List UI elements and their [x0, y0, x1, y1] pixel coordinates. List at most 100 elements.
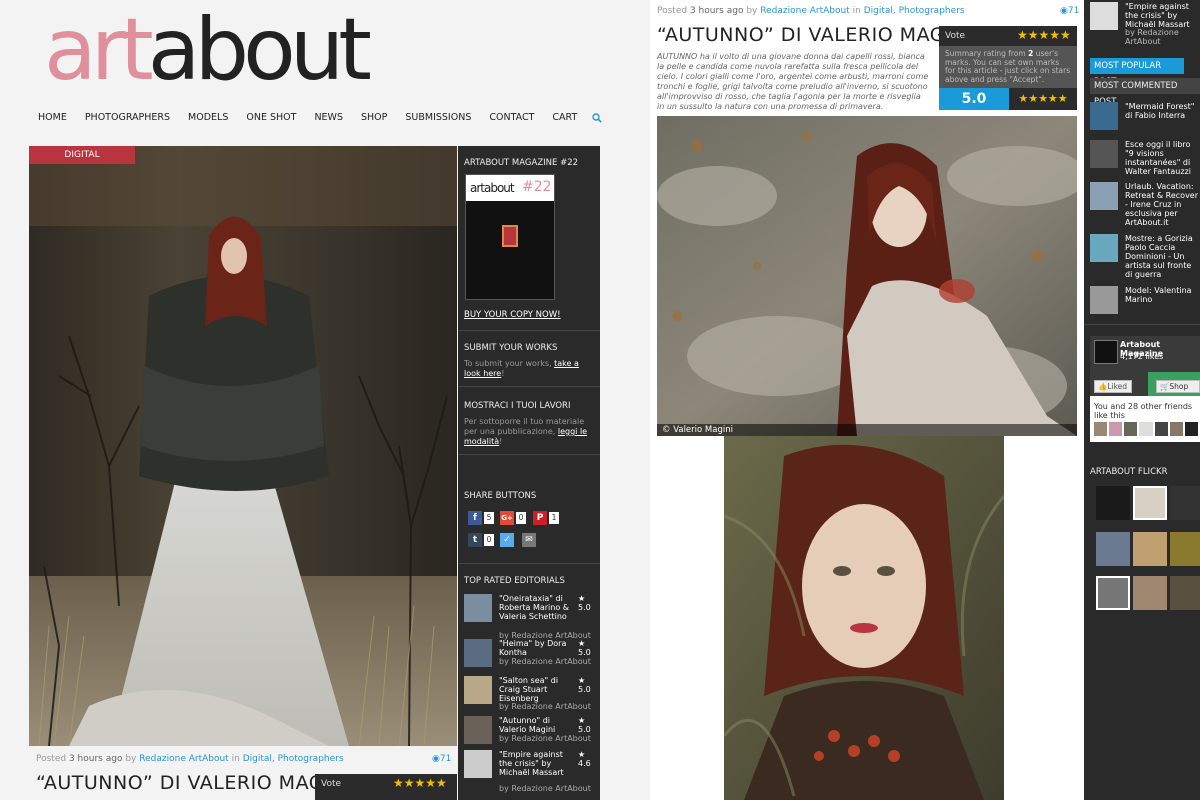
view-count: ◉71 [432, 754, 452, 764]
flickr-photo[interactable] [1133, 486, 1167, 520]
buy-copy-link[interactable]: BUY YOUR COPY NOW! [464, 310, 561, 320]
tab-most-commented[interactable]: MOST COMMENTED POST [1090, 78, 1200, 107]
submit-widget: SUBMIT YOUR WORKS To submit your works, … [458, 331, 600, 387]
list-item[interactable]: Mostre: a Gorizia Paolo Caccia Dominioni… [1090, 234, 1200, 279]
pinterest-share-icon[interactable]: P [533, 511, 547, 525]
flickr-photo[interactable] [1170, 576, 1200, 610]
list-item[interactable]: Urlaub. Vacation: Retreat & Recover - Ir… [1090, 182, 1200, 230]
search-icon[interactable] [592, 113, 602, 123]
widget-title: TOP RATED EDITORIALS [464, 576, 565, 586]
flickr-photo[interactable] [1096, 532, 1130, 566]
author-link[interactable]: Redazione ArtAbout [760, 6, 849, 16]
thumbnail [1090, 140, 1118, 168]
flickr-photo[interactable] [1133, 532, 1167, 566]
category-links[interactable]: Digital, Photographers [864, 6, 965, 16]
shop-button[interactable]: 🛒Shop [1156, 380, 1200, 393]
facebook-widget: Artabout Magazine 4,172 likes 👍Liked 🛒Sh… [1090, 336, 1200, 442]
widget-title: SUBMIT YOUR WORKS [464, 343, 558, 353]
avatar[interactable] [1154, 422, 1168, 436]
page-avatar [1094, 340, 1118, 364]
post-title: “AUTUNNO” DI VALERIO MAGINI [657, 24, 972, 46]
photo-credit: © Valerio Magini [657, 424, 1077, 436]
vote-bar: Vote ★★★★★ [315, 774, 457, 800]
view-count: ◉71 [1060, 6, 1080, 16]
right-sidebar: "Empire against the crisis" by Michaël M… [1084, 0, 1200, 800]
editorial-photo-2[interactable] [724, 436, 1004, 800]
liked-button[interactable]: 👍Liked [1094, 380, 1132, 393]
facebook-share-icon[interactable]: f [468, 511, 482, 525]
thumbnail [1090, 2, 1118, 30]
avatar[interactable] [1094, 422, 1108, 436]
avatar[interactable] [1139, 422, 1153, 436]
nav-models[interactable]: MODELS [188, 112, 228, 130]
flickr-photo[interactable] [1096, 486, 1130, 520]
flickr-photo[interactable] [1133, 576, 1167, 610]
editorial-photo-1[interactable] [657, 116, 1077, 436]
flickr-photo[interactable] [1170, 532, 1200, 566]
widget-title: MOSTRACI I TUOI LAVORI [464, 401, 571, 411]
thumbs-up-icon: 👍 [1098, 382, 1108, 391]
nav-submissions[interactable]: SUBMISSIONS [405, 112, 471, 130]
avatar[interactable] [1184, 422, 1198, 436]
list-item[interactable]: "Oneirataxia" di Roberta Marino & Valeri… [464, 594, 596, 640]
post-title[interactable]: “AUTUNNO” DI VALERIO MAGINI [36, 772, 351, 794]
rating-stars[interactable]: ★★★★★ [393, 776, 447, 790]
site-logo[interactable]: artabout [44, 0, 372, 100]
category-badge[interactable]: DIGITAL [29, 146, 135, 164]
list-item[interactable]: "Salton sea" di Craig Stuart Eisenberg b… [464, 676, 596, 714]
widget-title: SHARE BUTTONS [464, 491, 537, 501]
main-nav: HOME PHOTOGRAPHERS MODELS ONE SHOT NEWS … [38, 112, 608, 130]
list-item[interactable]: Esce oggi il libro "9 visions instantané… [1090, 140, 1200, 180]
email-share-icon[interactable]: ✉ [522, 533, 536, 547]
flickr-photo[interactable] [1170, 486, 1200, 520]
thumbnail [464, 594, 492, 622]
author-link[interactable]: Redazione ArtAbout [139, 754, 228, 764]
eye-icon: ◉ [1060, 6, 1068, 16]
logo-art: art [44, 0, 154, 100]
thumbnail [1090, 234, 1118, 262]
tab-most-popular[interactable]: MOST POPULAR POST [1090, 58, 1184, 87]
google-plus-share-icon[interactable]: G+ [500, 511, 514, 525]
list-item[interactable]: Model: Valentina Marino [1090, 286, 1200, 316]
nav-cart[interactable]: CART [552, 112, 577, 130]
avatar[interactable] [1169, 422, 1183, 436]
nav-one-shot[interactable]: ONE SHOT [246, 112, 296, 130]
hero-image[interactable] [29, 146, 457, 746]
sidebar: ARTABOUT MAGAZINE #22 artabout #22 BUY Y… [458, 146, 600, 800]
score-badge: 5.0 [939, 88, 1009, 110]
thumbnail [1090, 182, 1118, 210]
list-item[interactable]: "Heima" by Dora Kontha by Redazione ArtA… [464, 639, 596, 677]
thumbnail [1090, 286, 1118, 314]
post-excerpt: AUTUNNO ha il volto di una giovane donna… [657, 52, 929, 111]
tumblr-share-icon[interactable]: t [468, 533, 482, 547]
nav-home[interactable]: HOME [38, 112, 67, 130]
share-widget: SHARE BUTTONS f 5 G+ 0 P 1 t 0 ✓ ✉ [458, 455, 600, 563]
category-links[interactable]: Digital, Photographers [243, 754, 344, 764]
list-item[interactable]: "Mermaid Forest" di Fabio Interra [1090, 102, 1200, 132]
logo-about: about [147, 0, 372, 100]
left-page: artabout HOME PHOTOGRAPHERS MODELS ONE S… [0, 0, 650, 800]
widget-title: ARTABOUT MAGAZINE #22 [464, 158, 579, 168]
post-meta: Posted 3 hours ago by Redazione ArtAbout… [36, 754, 344, 764]
nav-photographers[interactable]: PHOTOGRAPHERS [85, 112, 170, 130]
nav-shop[interactable]: SHOP [361, 112, 387, 130]
list-item[interactable]: "Empire against the crisis" by Michaël M… [464, 750, 596, 793]
thumbnail [464, 639, 492, 667]
eye-icon: ◉ [432, 754, 440, 764]
rating-stars-static: ★★★★★ [1009, 88, 1077, 110]
cart-icon: 🛒 [1160, 382, 1170, 391]
nav-news[interactable]: NEWS [314, 112, 343, 130]
flickr-photo[interactable] [1096, 576, 1130, 610]
friend-avatars [1094, 422, 1198, 438]
thumbnail [464, 676, 492, 704]
magazine-cover[interactable]: artabout #22 [465, 174, 555, 300]
avatar[interactable] [1124, 422, 1138, 436]
rating-stars[interactable]: ★★★★★ [1017, 28, 1071, 42]
list-item[interactable]: "Empire against the crisis" by Michaël M… [1090, 2, 1200, 46]
twitter-share-icon[interactable]: ✓ [500, 533, 514, 547]
post-meta: Posted 3 hours ago by Redazione ArtAbout… [657, 6, 965, 16]
thumbnail [464, 750, 492, 778]
nav-contact[interactable]: CONTACT [489, 112, 534, 130]
avatar[interactable] [1109, 422, 1123, 436]
list-item[interactable]: "Autunno" di Valerio Magini by Redazione… [464, 716, 596, 754]
